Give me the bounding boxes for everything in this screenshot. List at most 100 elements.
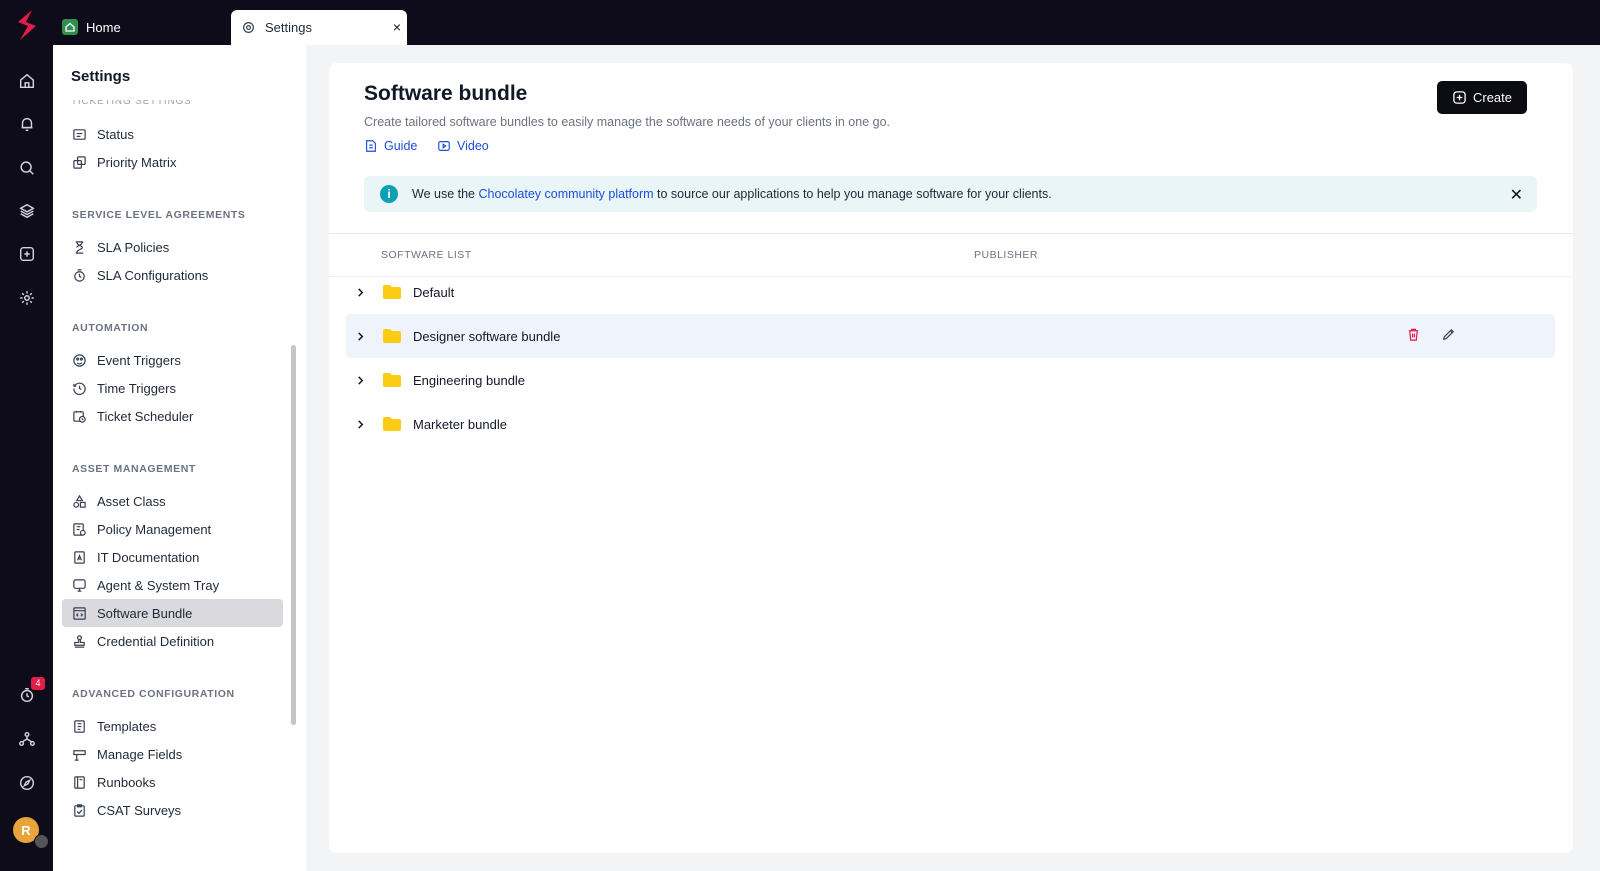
nav-item-runbooks[interactable]: Runbooks xyxy=(62,768,283,796)
stopwatch-icon xyxy=(74,268,85,282)
nav-item-label: CSAT Surveys xyxy=(97,802,182,818)
nav-item-label: IT Documentation xyxy=(97,549,200,565)
column-header-publisher[interactable]: PUBLISHER xyxy=(974,249,1038,261)
tab-bar: Home Settings × xyxy=(53,0,1600,45)
nav-cut-heading: TICKETING SETTINGS xyxy=(71,100,192,106)
main-card: Software bundle Create tailored software… xyxy=(329,63,1573,853)
chevron-right-icon[interactable] xyxy=(356,331,366,341)
nav-section-heading: AUTOMATION xyxy=(72,322,149,334)
trash-icon[interactable] xyxy=(1406,327,1421,342)
table-row[interactable]: Default xyxy=(346,270,1555,314)
bell-icon[interactable] xyxy=(16,113,38,135)
nav-item-csat-surveys[interactable]: CSAT Surveys xyxy=(62,796,283,824)
nav-item-status[interactable]: Status xyxy=(62,120,283,148)
document-icon xyxy=(74,550,85,564)
table-row[interactable]: Marketer bundle xyxy=(346,402,1555,446)
nav-item-sla-configurations[interactable]: SLA Configurations xyxy=(62,261,283,289)
chevron-right-icon[interactable] xyxy=(356,287,366,297)
nav-item-event-triggers[interactable]: Event Triggers xyxy=(62,346,283,374)
row-name: Default xyxy=(413,284,455,300)
brand-logo-icon[interactable] xyxy=(12,8,42,42)
nav-item-software-bundle[interactable]: Software Bundle xyxy=(62,599,283,627)
nav-item-label: Credential Definition xyxy=(97,633,215,649)
nav-item-manage-fields[interactable]: Manage Fields xyxy=(62,740,283,768)
guide-link[interactable]: Guide xyxy=(364,139,417,153)
info-banner: i We use the Chocolatey community platfo… xyxy=(364,176,1537,212)
workflow-icon[interactable] xyxy=(16,728,38,750)
chocolatey-link[interactable]: Chocolatey community platform xyxy=(478,187,653,201)
nav-title: Settings xyxy=(71,68,131,85)
clock-icon xyxy=(73,382,86,395)
fields-icon xyxy=(73,749,86,761)
status-icon xyxy=(73,128,86,140)
gear-icon[interactable] xyxy=(16,287,38,309)
video-link[interactable]: Video xyxy=(437,139,489,153)
row-name: Engineering bundle xyxy=(413,372,526,388)
home-tab-icon xyxy=(62,19,78,35)
row-actions xyxy=(1406,327,1456,342)
nav-item-label: Time Triggers xyxy=(97,380,176,396)
folder-icon xyxy=(383,417,401,431)
nav-item-agent-system-tray[interactable]: Agent & System Tray xyxy=(62,571,283,599)
code-window-icon xyxy=(73,606,86,620)
nav-item-label: Manage Fields xyxy=(97,746,183,762)
nav-item-label: SLA Configurations xyxy=(97,267,209,283)
video-icon xyxy=(438,141,450,151)
nav-item-label: Ticket Scheduler xyxy=(97,408,194,424)
column-header-software-list[interactable]: SOFTWARE LIST xyxy=(381,249,472,261)
close-tab-icon[interactable]: × xyxy=(393,19,401,35)
nav-section-heading: SERVICE LEVEL AGREEMENTS xyxy=(72,209,246,221)
add-square-icon[interactable] xyxy=(16,243,38,265)
tab-settings[interactable]: Settings × xyxy=(231,10,407,45)
shapes-icon xyxy=(73,494,86,508)
nav-item-policy-management[interactable]: Policy Management xyxy=(62,515,283,543)
tab-home-label: Home xyxy=(86,19,121,35)
layers-icon[interactable] xyxy=(16,200,38,222)
policy-icon xyxy=(73,522,86,536)
nav-item-label: Status xyxy=(97,126,134,142)
plus-square-icon xyxy=(1453,91,1466,104)
info-icon: i xyxy=(380,185,398,203)
banner-suffix: to source our applications to help you m… xyxy=(653,187,1052,201)
nav-item-asset-class[interactable]: Asset Class xyxy=(62,487,283,515)
table-row[interactable]: Engineering bundle xyxy=(346,358,1555,402)
folder-icon xyxy=(383,329,401,343)
nav-item-label: Event Triggers xyxy=(97,352,181,368)
tab-home[interactable]: Home xyxy=(62,16,121,38)
row-name: Designer software bundle xyxy=(413,328,561,344)
page-title: Software bundle xyxy=(364,82,528,105)
nav-item-label: Policy Management xyxy=(97,521,212,537)
create-button[interactable]: Create xyxy=(1437,81,1527,114)
nav-item-templates[interactable]: Templates xyxy=(62,712,283,740)
app-rail: 4 R xyxy=(0,0,53,871)
table-row[interactable]: Designer software bundle xyxy=(346,314,1555,358)
folder-icon xyxy=(383,373,401,387)
notification-badge: 4 xyxy=(31,677,45,690)
nav-item-ticket-scheduler[interactable]: Ticket Scheduler xyxy=(62,402,283,430)
close-banner-icon[interactable]: ✕ xyxy=(1510,185,1523,205)
folder-icon xyxy=(383,285,401,299)
video-label: Video xyxy=(457,139,489,153)
nav-item-label: Priority Matrix xyxy=(97,154,177,170)
nav-scrollbar[interactable] xyxy=(291,345,296,725)
divider xyxy=(329,233,1573,234)
row-name: Marketer bundle xyxy=(413,416,507,432)
nav-item-priority-matrix[interactable]: Priority Matrix xyxy=(62,148,283,176)
clipboard-check-icon xyxy=(74,803,85,817)
nav-item-credential-definition[interactable]: Credential Definition xyxy=(62,627,283,655)
nav-item-it-documentation[interactable]: IT Documentation xyxy=(62,543,283,571)
home-icon[interactable] xyxy=(16,70,38,92)
chevron-right-icon[interactable] xyxy=(356,375,366,385)
search-icon[interactable] xyxy=(16,157,38,179)
nav-section-heading: ADVANCED CONFIGURATION xyxy=(72,688,235,700)
chevron-right-icon[interactable] xyxy=(356,419,366,429)
compass-icon[interactable] xyxy=(16,772,38,794)
nav-item-label: Runbooks xyxy=(97,774,156,790)
event-trigger-icon xyxy=(73,353,86,367)
nav-section-heading: ASSET MANAGEMENT xyxy=(72,463,196,475)
pencil-icon[interactable] xyxy=(1441,327,1456,342)
nav-item-sla-policies[interactable]: SLA Policies xyxy=(62,233,283,261)
nav-item-label: Asset Class xyxy=(97,493,166,509)
nav-item-time-triggers[interactable]: Time Triggers xyxy=(62,374,283,402)
create-label: Create xyxy=(1472,90,1513,105)
